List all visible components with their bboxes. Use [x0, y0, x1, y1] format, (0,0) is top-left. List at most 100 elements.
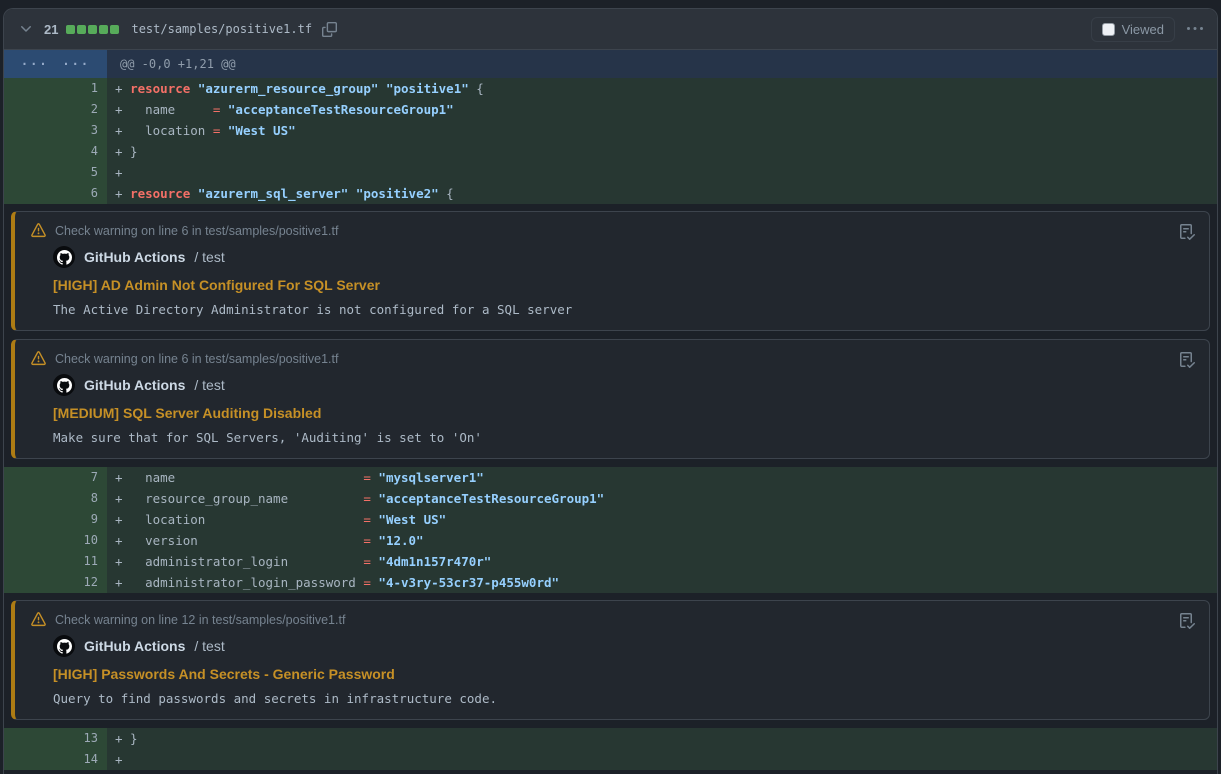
diff-line-added: 3+ location = "West US" [4, 120, 1217, 141]
code-segment: + [115, 81, 130, 96]
code-segment: + resource_group_name [115, 491, 363, 506]
file-header-right: Viewed [1091, 17, 1205, 42]
line-number[interactable]: 12 [4, 572, 107, 593]
line-number[interactable]: 2 [4, 99, 107, 120]
code-segment: "12.0" [378, 533, 423, 548]
line-number[interactable]: 11 [4, 551, 107, 572]
code-segment [190, 186, 198, 201]
check-warning-annotation: Check warning on line 6 in test/samples/… [11, 211, 1210, 331]
diff-stat-square [66, 25, 75, 34]
expand-hunk-up-button[interactable]: ··· [21, 58, 49, 70]
kebab-menu-icon[interactable] [1185, 19, 1205, 39]
code-segment: + administrator_login [115, 554, 363, 569]
check-warning-annotation: Check warning on line 12 in test/samples… [11, 600, 1210, 720]
code-segment: + location [115, 512, 363, 527]
code-segment: + } [115, 731, 138, 746]
annotation-body: GitHub Actions/ test[HIGH] Passwords And… [53, 635, 1193, 706]
viewed-checkbox[interactable] [1102, 23, 1115, 36]
line-number[interactable]: 3 [4, 120, 107, 141]
diff-line-added: 4 + } [4, 141, 1217, 162]
viewed-toggle[interactable]: Viewed [1091, 17, 1175, 42]
file-name-link[interactable]: test/samples/positive1.tf [131, 22, 312, 36]
hunk-header-row: ··· ··· @@ -0,0 +1,21 @@ [4, 50, 1217, 78]
line-number[interactable]: 14 [4, 749, 107, 770]
annotation-context: / test [194, 249, 224, 265]
code-segment [348, 186, 356, 201]
code-segment: "4-v3ry-53cr37-p455w0rd" [378, 575, 559, 590]
alert-triangle-icon [31, 223, 46, 238]
github-avatar [53, 374, 75, 396]
code-line-content: + name = "mysqlserver1" [107, 467, 1217, 488]
diff-stat-square [77, 25, 86, 34]
code-segment: + [115, 186, 130, 201]
hunk-expand-gutter: ··· ··· [4, 50, 107, 78]
diff-line-added: 5+ [4, 162, 1217, 183]
file-header-left: 21 test/samples/positive1.tf [16, 19, 1091, 39]
annotation-header-text: Check warning on line 12 in test/samples… [55, 613, 345, 627]
line-number[interactable]: 6 [4, 183, 107, 204]
code-line-content: + location = "West US" [107, 509, 1217, 530]
check-annotation-group: Check warning on line 6 in test/samples/… [4, 204, 1217, 467]
annotation-header: Check warning on line 6 in test/samples/… [31, 351, 1193, 366]
code-segment: + [115, 165, 123, 180]
line-number[interactable]: 10 [4, 530, 107, 551]
annotation-title: [MEDIUM] SQL Server Auditing Disabled [53, 405, 1193, 421]
annotation-source: GitHub Actions/ test [53, 374, 1193, 396]
diff-line-added: 2+ name = "acceptanceTestResourceGroup1" [4, 99, 1217, 120]
annotation-description: Query to find passwords and secrets in i… [53, 691, 1193, 706]
code-segment: resource [130, 186, 190, 201]
code-segment: = [363, 470, 371, 485]
code-segment: "positive1" [386, 81, 469, 96]
code-segment: = [363, 554, 371, 569]
annotation-header-text: Check warning on line 6 in test/samples/… [55, 224, 338, 238]
code-segment: = [363, 533, 371, 548]
code-segment: { [439, 186, 454, 201]
check-warning-annotation: Check warning on line 6 in test/samples/… [11, 339, 1210, 459]
line-number[interactable]: 1 [4, 78, 107, 99]
code-block: 13+ }14+ [4, 728, 1217, 770]
code-line-content: + resource "azurerm_sql_server" "positiv… [107, 183, 1217, 204]
expand-hunk-down-button[interactable]: ··· [62, 58, 90, 70]
code-segment [378, 81, 386, 96]
code-segment: resource [130, 81, 190, 96]
code-block: 1+ resource "azurerm_resource_group" "po… [4, 78, 1217, 204]
annotation-title: [HIGH] AD Admin Not Configured For SQL S… [53, 277, 1193, 293]
line-number[interactable]: 8 [4, 488, 107, 509]
annotation-body: GitHub Actions/ test [MEDIUM] SQL Server … [53, 374, 1193, 445]
hunk-header-text: @@ -0,0 +1,21 @@ [107, 50, 236, 78]
annotation-body: GitHub Actions/ test[HIGH] AD Admin Not … [53, 246, 1193, 317]
code-segment: + administrator_login_password [115, 575, 363, 590]
diff-line-added: 7+ name = "mysqlserver1" [4, 467, 1217, 488]
code-segment: "4dm1n157r470r" [378, 554, 491, 569]
code-line-content: + administrator_login = "4dm1n157r470r" [107, 551, 1217, 572]
annotation-app-name: GitHub Actions [84, 377, 185, 393]
line-number[interactable]: 9 [4, 509, 107, 530]
checklist-icon[interactable] [1177, 611, 1197, 634]
code-line-content: + } [107, 728, 1217, 749]
alert-triangle-icon [31, 612, 46, 627]
code-line-content: + } [107, 141, 1217, 162]
line-number[interactable]: 7 [4, 467, 107, 488]
line-number[interactable]: 4 [4, 141, 107, 162]
checklist-icon[interactable] [1177, 350, 1197, 373]
diff-line-added: 10 + version = "12.0" [4, 530, 1217, 551]
line-number[interactable]: 13 [4, 728, 107, 749]
code-segment: + name [115, 102, 213, 117]
code-segment: + version [115, 533, 363, 548]
code-segment: = [363, 512, 371, 527]
code-line-content: + resource "azurerm_resource_group" "pos… [107, 78, 1217, 99]
check-annotation-group: Check warning on line 12 in test/samples… [4, 593, 1217, 728]
collapse-file-chevron-down-icon[interactable] [16, 19, 36, 39]
copy-path-icon[interactable] [320, 20, 339, 39]
diff-stat-square [99, 25, 108, 34]
checklist-icon[interactable] [1177, 222, 1197, 245]
code-segment: "acceptanceTestResourceGroup1" [228, 102, 454, 117]
code-line-content: + administrator_login_password = "4-v3ry… [107, 572, 1217, 593]
code-line-content: + resource_group_name = "acceptanceTestR… [107, 488, 1217, 509]
diff-line-added: 6+ resource "azurerm_sql_server" "positi… [4, 183, 1217, 204]
code-segment: + } [115, 144, 138, 159]
annotation-header: Check warning on line 12 in test/samples… [31, 612, 1193, 627]
diff-line-added: 9+ location = "West US" [4, 509, 1217, 530]
line-number[interactable]: 5 [4, 162, 107, 183]
code-segment [220, 102, 228, 117]
